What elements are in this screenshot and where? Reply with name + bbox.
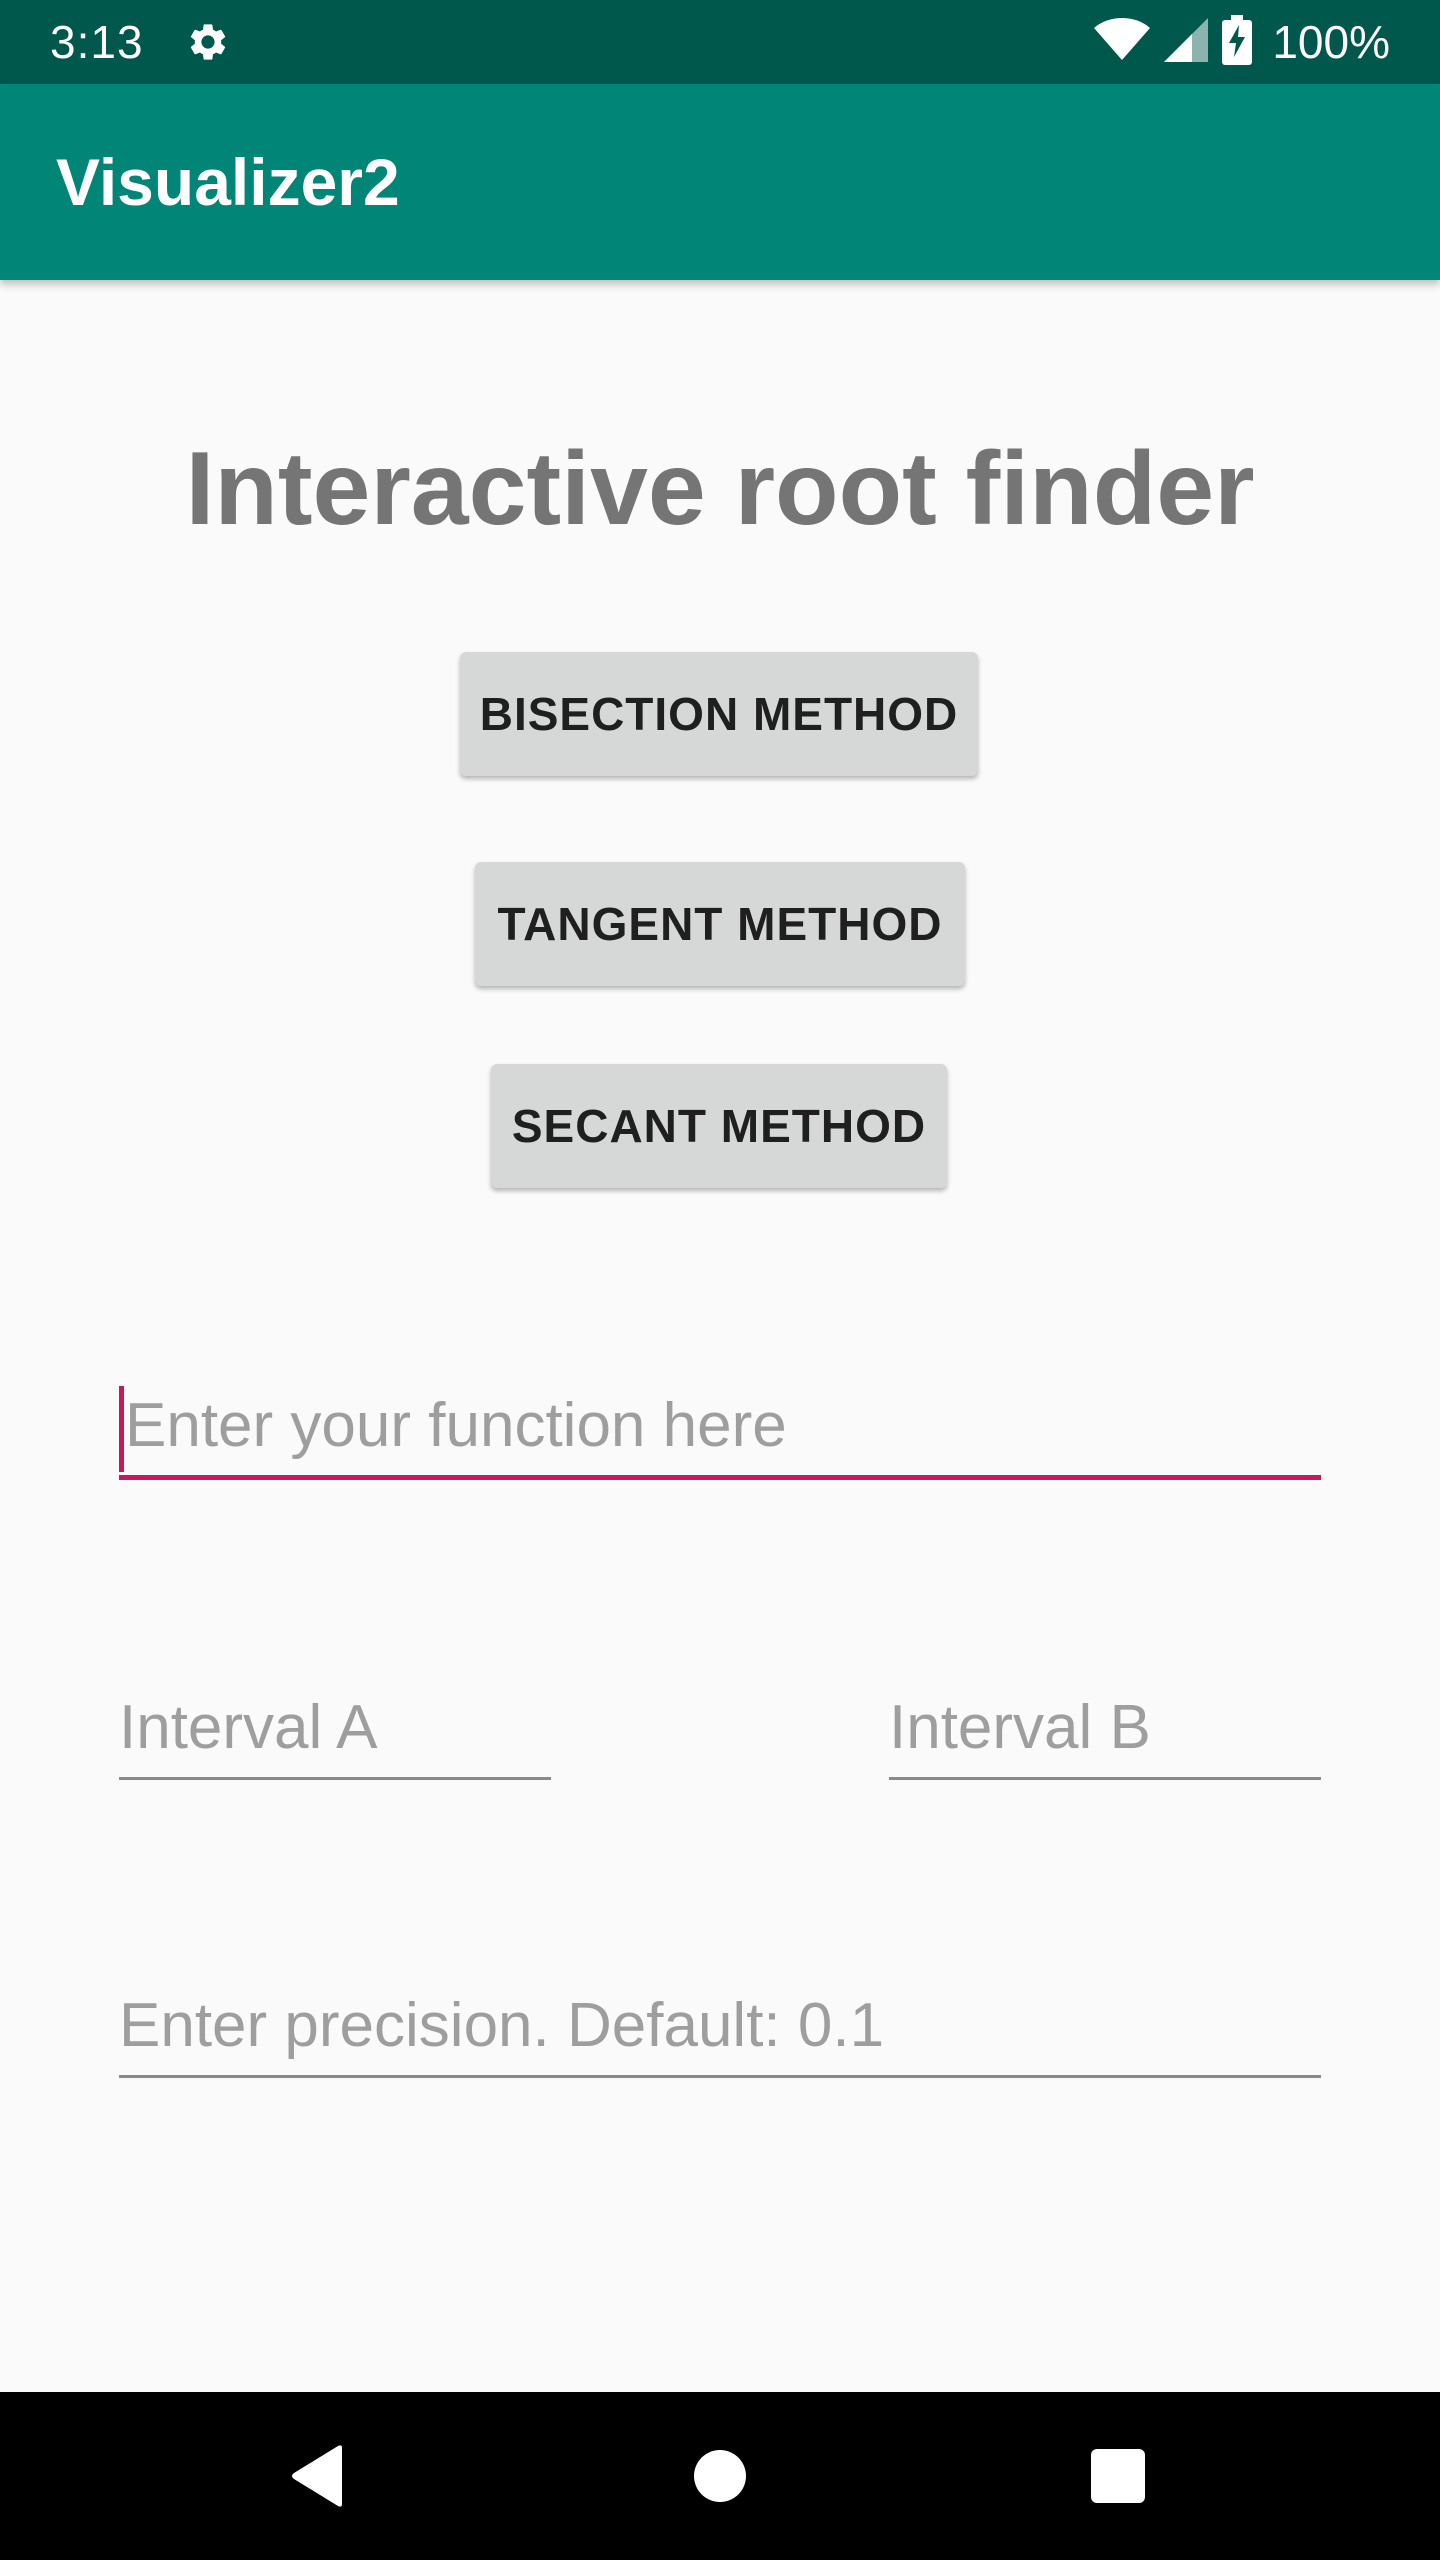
bisection-method-button[interactable]: BISECTION METHOD (460, 652, 978, 776)
home-icon[interactable] (660, 2416, 780, 2536)
app-bar: Visualizer2 (0, 84, 1440, 280)
interval-b-field-container (889, 1680, 1321, 1780)
app-title: Visualizer2 (56, 145, 400, 219)
battery-charging-icon (1222, 14, 1253, 70)
function-input[interactable] (119, 1390, 1321, 1461)
precision-input[interactable] (119, 1990, 1321, 2061)
tangent-method-button[interactable]: TANGENT METHOD (475, 862, 965, 986)
wifi-icon (1094, 17, 1151, 67)
status-indicators: 100% (1094, 14, 1390, 70)
navigation-bar (0, 2392, 1440, 2560)
status-bar: 3:13 100% (0, 0, 1440, 84)
recents-icon[interactable] (1058, 2416, 1178, 2536)
function-field-container (119, 1380, 1321, 1480)
signal-icon (1164, 17, 1209, 67)
page-title: Interactive root finder (185, 431, 1255, 547)
status-time: 3:13 (50, 16, 144, 68)
secant-method-button[interactable]: SECANT METHOD (491, 1064, 947, 1188)
gear-icon (184, 18, 232, 66)
interval-a-field-container (119, 1680, 551, 1780)
battery-percentage: 100% (1272, 16, 1390, 68)
text-cursor (119, 1386, 124, 1472)
back-icon[interactable] (258, 2416, 378, 2536)
interval-a-input[interactable] (119, 1692, 551, 1763)
precision-field-container (119, 1978, 1321, 2078)
interval-b-input[interactable] (889, 1692, 1321, 1763)
